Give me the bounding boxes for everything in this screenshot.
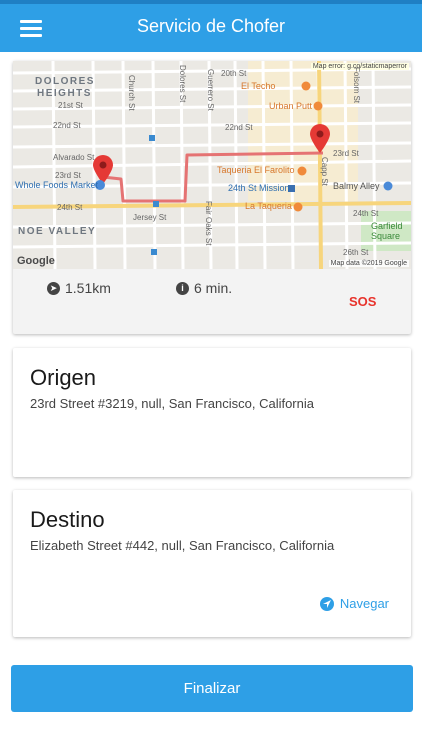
destination-card: Destino Elizabeth Street #442, null, San… [13, 490, 411, 637]
street-label: 21st St [58, 101, 83, 110]
street-label: 22nd St [225, 123, 253, 132]
route-map[interactable]: Map error: g.co/staticmaperror DOLORES H… [13, 61, 411, 269]
street-label: 23rd St [333, 149, 359, 158]
origin-title: Origen [30, 365, 97, 390]
page-title: Servicio de Chofer [136, 16, 286, 36]
poi-balmy-alley: Balmy Alley [333, 181, 380, 191]
sos-button[interactable]: SOS [349, 294, 376, 309]
google-logo: Google [17, 255, 55, 267]
navigate-label: Navegar [339, 596, 389, 611]
street-label: Jersey St [133, 213, 167, 222]
street-label: 24th St [57, 203, 83, 212]
duration-value: 6 min. [194, 280, 233, 296]
poi-taqueria-farolito: Taqueria El Farolito [217, 165, 295, 175]
navigation-arrow-icon [319, 596, 334, 611]
poi-whole-foods: Whole Foods Market [15, 180, 99, 190]
street-label: 20th St [221, 69, 247, 78]
poi-la-taqueria: La Taqueria [245, 201, 292, 211]
app-header: Servicio de Chofer [0, 0, 422, 52]
poi-garfield-square: Garfield Square [371, 221, 403, 241]
street-label: 23rd St [55, 171, 81, 180]
street-label: Capp St [320, 157, 329, 186]
neighborhood-label: HEIGHTS [37, 88, 92, 99]
trip-map-card: Map error: g.co/staticmaperror DOLORES H… [13, 61, 411, 334]
street-label: Folsom St [352, 67, 361, 104]
destination-title: Destino [30, 507, 105, 532]
distance-value: 1.51km [65, 280, 111, 296]
street-label: Guerrero St [206, 69, 215, 111]
street-label: 22nd St [53, 121, 81, 130]
poi-urban-putt: Urban Putt [269, 101, 313, 111]
origin-address: 23rd Street #3219, null, San Francisco, … [30, 396, 314, 411]
destination-address: Elizabeth Street #442, null, San Francis… [30, 538, 335, 553]
street-label: 26th St [343, 248, 369, 257]
street-label: Dolores St [178, 65, 187, 103]
poi-el-techo: El Techo [241, 81, 276, 91]
location-arrow-icon: ➤ [47, 281, 60, 295]
trip-distance: ➤ 1.51km [47, 280, 111, 296]
trip-duration: i 6 min. [176, 280, 232, 296]
info-icon: i [176, 281, 189, 295]
map-attribution: Map data ©2019 Google [328, 260, 409, 267]
neighborhood-label: NOE VALLEY [18, 226, 97, 237]
origin-card: Origen 23rd Street #3219, null, San Fran… [13, 348, 411, 477]
finish-button[interactable]: Finalizar [11, 665, 413, 712]
navigate-button[interactable]: Navegar [319, 596, 389, 611]
neighborhood-label: DOLORES [35, 76, 95, 87]
street-label: Fair Oaks St [204, 201, 213, 246]
poi-24th-mission: 24th St Mission [228, 183, 290, 193]
street-label: Alvarado St [53, 153, 95, 162]
street-label: Church St [127, 75, 136, 111]
street-label: 24th St [353, 209, 379, 218]
